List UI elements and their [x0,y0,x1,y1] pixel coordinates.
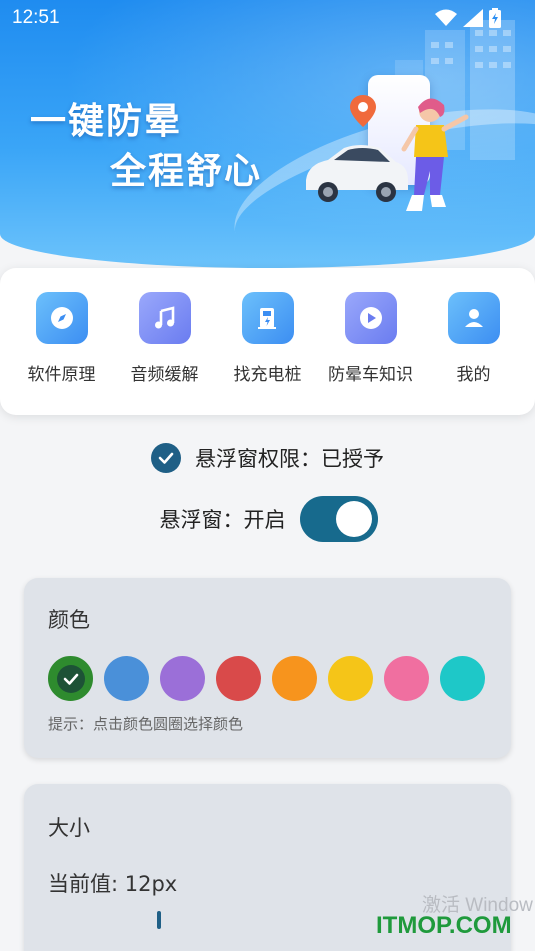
user-icon [464,309,483,327]
wifi-icon [435,9,457,26]
color-settings-card: 颜色 提示：点击颜色圆圈选择颜色 [24,578,511,758]
menu-item-anti-motion-sickness-knowledge[interactable]: 防晕车知识 [321,292,421,385]
menu-item-find-charger[interactable]: 找充电桩 [218,292,318,385]
watermark-site: ITMOP.COM [376,912,512,939]
menu-label: 防晕车知识 [328,365,413,385]
color-swatch-green[interactable] [48,656,93,701]
menu-item-software-principle[interactable]: 软件原理 [12,292,112,385]
floating-window-label: 悬浮窗：开启 [159,508,286,532]
banner-slogan-line1: 一键防晕 [30,101,183,142]
menu-icon-bg [138,292,191,344]
size-slider-thumb[interactable] [157,911,161,929]
color-swatch-yellow[interactable] [328,656,373,701]
color-swatch-pink[interactable] [384,656,429,701]
color-swatch-red[interactable] [216,656,261,701]
checkmark-icon [63,673,78,685]
banner-slogan-line2: 全程舒心 [110,151,263,192]
banner: 12:51 一键防晕 全程舒心 [0,0,535,268]
menu-label: 音频缓解 [130,365,199,385]
toggle-knob [335,501,372,537]
car-illustration [306,145,408,202]
menu-icon-bg [447,292,500,344]
floating-window-row: 悬浮窗：开启 [0,494,535,544]
compass-icon [50,307,73,329]
charging-station-icon [257,308,276,329]
color-swatches [48,656,487,701]
color-swatch-blue[interactable] [104,656,149,701]
signal-icon [463,9,483,27]
permission-status-row: 悬浮窗权限：已授予 [0,440,535,476]
checkmark-icon [158,452,174,464]
menu-item-mine[interactable]: 我的 [424,292,524,385]
selected-check [56,664,85,693]
color-hint: 提示：点击颜色圆圈选择颜色 [48,715,244,733]
menu-label: 软件原理 [27,365,96,385]
menu-item-audio-relief[interactable]: 音频缓解 [115,292,215,385]
person-illustration [401,98,469,211]
music-note-icon [154,306,174,329]
menu-icon-bg [35,292,88,344]
color-swatch-purple[interactable] [160,656,205,701]
permission-check-icon [151,443,181,473]
status-time: 12:51 [12,7,60,28]
size-section-title: 大小 [48,816,90,840]
permission-status-text: 悬浮窗权限：已授予 [195,447,384,471]
feature-menu: 软件原理 音频缓解 找充电桩 防晕车知识 我的 [0,268,535,415]
menu-icon-bg [344,292,397,344]
status-bar: 12:51 [0,0,535,36]
menu-label: 我的 [456,365,491,385]
battery-icon [489,8,501,28]
color-section-title: 颜色 [48,608,90,632]
play-icon [359,307,382,329]
status-icons [435,8,501,28]
menu-icon-bg [241,292,294,344]
color-swatch-orange[interactable] [272,656,317,701]
floating-window-toggle[interactable] [299,496,378,542]
color-swatch-cyan[interactable] [440,656,485,701]
menu-label: 找充电桩 [233,365,302,385]
location-pin-icon [350,95,376,127]
